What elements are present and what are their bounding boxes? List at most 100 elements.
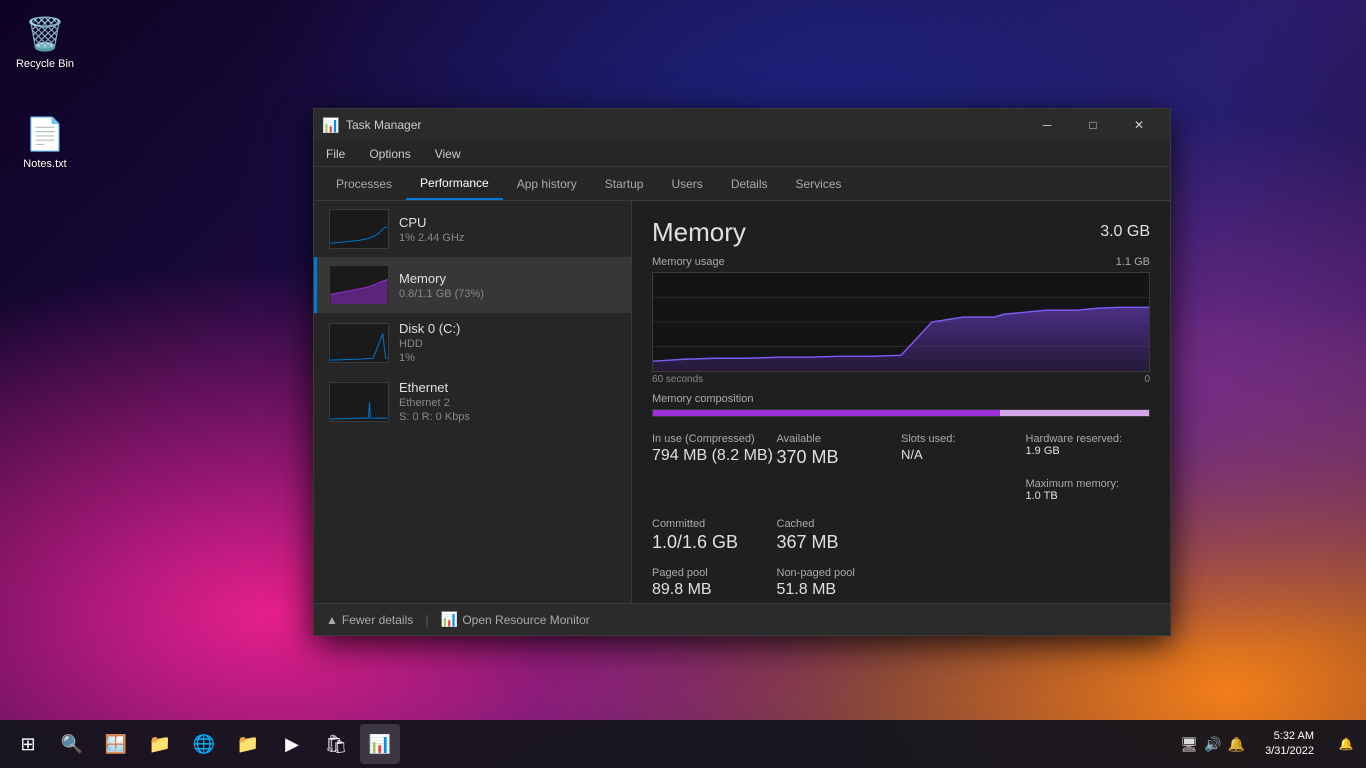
tab-startup[interactable]: Startup <box>591 167 658 200</box>
disk-mini-graph <box>329 323 389 363</box>
window-bottom-bar: ▲ Fewer details | 📊 Open Resource Monito… <box>314 603 1170 635</box>
tab-users[interactable]: Users <box>657 167 716 200</box>
graph-time-row: 60 seconds 0 <box>652 374 1150 385</box>
sidebar-item-memory[interactable]: Memory 0.8/1.1 GB (73%) <box>314 257 631 313</box>
ethernet-mini-graph <box>329 382 389 422</box>
cpu-name: CPU <box>399 215 619 230</box>
tab-app-history[interactable]: App history <box>503 167 591 200</box>
tab-performance[interactable]: Performance <box>406 167 503 200</box>
recycle-bin-image: 🗑️ <box>25 14 65 54</box>
stat-available-label: Available <box>777 433 902 445</box>
menu-options[interactable]: Options <box>357 141 422 166</box>
composition-available <box>1000 410 1149 416</box>
maximize-button[interactable]: □ <box>1070 109 1116 141</box>
tab-details[interactable]: Details <box>717 167 782 200</box>
stat-max-mem-label: Maximum memory: <box>1026 478 1151 490</box>
memory-panel: Memory 3.0 GB Memory usage 1.1 GB <box>632 201 1170 603</box>
stat-paged-label: Paged pool <box>652 567 777 579</box>
stat-hw-reserved-value: 1.9 GB <box>1026 445 1123 457</box>
stat-committed-value: 1.0/1.6 GB <box>652 532 777 553</box>
memory-name: Memory <box>399 271 619 286</box>
graph-value: 1.1 GB <box>1116 256 1150 268</box>
network-tray-icon[interactable]: 🖥 <box>1180 736 1198 753</box>
stat-available-value: 370 MB <box>777 447 902 468</box>
notes-icon[interactable]: 📄 Notes.txt <box>5 110 85 174</box>
minimize-button[interactable]: ─ <box>1024 109 1070 141</box>
disk-info: Disk 0 (C:) HDD 1% <box>399 321 619 364</box>
stat-max-mem-value: 1.0 TB <box>1026 490 1151 502</box>
file-manager-button[interactable]: 📁 <box>228 724 268 764</box>
notes-label: Notes.txt <box>23 158 66 170</box>
stat-nonpaged-label: Non-paged pool <box>777 567 902 579</box>
volume-tray-icon[interactable]: 🔊 <box>1204 736 1221 753</box>
stat-max-mem: Maximum memory: 1.0 TB <box>1026 474 1151 506</box>
stat-slots-value: N/A <box>901 447 1026 462</box>
tab-processes[interactable]: Processes <box>322 167 406 200</box>
stats-grid-row2: Committed 1.0/1.6 GB Cached 367 MB <box>632 506 1170 557</box>
menu-view[interactable]: View <box>423 141 473 166</box>
menu-bar: File Options View <box>314 141 1170 167</box>
store-button[interactable]: 🛍 <box>316 724 356 764</box>
memory-graph-section: Memory usage 1.1 GB <box>632 256 1170 385</box>
stat-committed-label: Committed <box>652 518 777 530</box>
graph-label: Memory usage <box>652 256 725 268</box>
open-resource-monitor-button[interactable]: 📊 Open Resource Monitor <box>441 611 590 628</box>
disk-detail2: 1% <box>399 352 619 364</box>
stats-hw-row: Maximum memory: 1.0 TB <box>632 472 1170 506</box>
sidebar-item-disk[interactable]: Disk 0 (C:) HDD 1% <box>314 313 631 372</box>
panel-header: Memory 3.0 GB <box>632 201 1170 256</box>
panel-title: Memory <box>652 217 746 248</box>
bottom-divider: | <box>425 612 429 628</box>
disk-name: Disk 0 (C:) <box>399 321 619 336</box>
open-resource-monitor-label: Open Resource Monitor <box>462 613 589 627</box>
sidebar-item-cpu[interactable]: CPU 1% 2.44 GHz <box>314 201 631 257</box>
stat-in-use-label: In use (Compressed) <box>652 433 777 445</box>
notification-center-button[interactable]: 🔔 <box>1326 724 1366 764</box>
resource-monitor-icon: 📊 <box>441 611 458 628</box>
media-button[interactable]: ▶ <box>272 724 312 764</box>
taskbar: ⊞ 🔍 🪟 📁 🌐 📁 ▶ 🛍 📊 🖥 🔊 🔔 5:32 AM 3/31/202… <box>0 720 1366 768</box>
memory-usage-graph <box>652 272 1150 372</box>
stat-paged-value: 89.8 MB <box>652 581 777 599</box>
memory-mini-graph <box>329 265 389 305</box>
stat-paged: Paged pool 89.8 MB <box>652 563 777 603</box>
stat-cached-value: 367 MB <box>777 532 902 553</box>
explorer-button[interactable]: 📁 <box>140 724 180 764</box>
graph-time-left: 60 seconds <box>652 374 703 385</box>
content-area: CPU 1% 2.44 GHz Memory 0.8/1.1 GB (73%) <box>314 201 1170 603</box>
notification-tray-icon[interactable]: 🔔 <box>1228 736 1245 753</box>
graph-time-right: 0 <box>1144 374 1150 385</box>
menu-file[interactable]: File <box>314 141 357 166</box>
search-button[interactable]: 🔍 <box>52 724 92 764</box>
stat-slots: Slots used: N/A <box>901 429 1026 472</box>
title-bar: 📊 Task Manager ─ □ ✕ <box>314 109 1170 141</box>
memory-detail: 0.8/1.1 GB (73%) <box>399 288 619 300</box>
edge-button[interactable]: 🌐 <box>184 724 224 764</box>
task-manager-window: 📊 Task Manager ─ □ ✕ File Options View P… <box>313 108 1171 636</box>
task-view-button[interactable]: 🪟 <box>96 724 136 764</box>
title-bar-text: Task Manager <box>346 118 1024 132</box>
taskbar-left: ⊞ 🔍 🪟 📁 🌐 📁 ▶ 🛍 📊 <box>0 724 408 764</box>
stat-committed: Committed 1.0/1.6 GB <box>652 514 777 557</box>
stat-in-use: In use (Compressed) 794 MB (8.2 MB) <box>652 429 777 472</box>
sidebar-item-ethernet[interactable]: Ethernet Ethernet 2 S: 0 R: 0 Kbps <box>314 372 631 431</box>
composition-bar <box>652 409 1150 417</box>
tab-bar: Processes Performance App history Startu… <box>314 167 1170 201</box>
taskbar-clock[interactable]: 5:32 AM 3/31/2022 <box>1253 729 1326 760</box>
fewer-details-label: Fewer details <box>342 613 413 627</box>
stat-nonpaged: Non-paged pool 51.8 MB <box>777 563 902 603</box>
cpu-mini-graph <box>329 209 389 249</box>
disk-detail: HDD <box>399 338 619 350</box>
tab-services[interactable]: Services <box>782 167 856 200</box>
task-manager-taskbar-button[interactable]: 📊 <box>360 724 400 764</box>
stats-grid-row1: In use (Compressed) 794 MB (8.2 MB) Avai… <box>632 417 1170 472</box>
ethernet-detail2: S: 0 R: 0 Kbps <box>399 411 619 423</box>
close-button[interactable]: ✕ <box>1116 109 1162 141</box>
cpu-info: CPU 1% 2.44 GHz <box>399 215 619 244</box>
start-button[interactable]: ⊞ <box>8 724 48 764</box>
fewer-details-button[interactable]: ▲ Fewer details <box>326 613 413 627</box>
recycle-bin-icon[interactable]: 🗑️ Recycle Bin <box>5 10 85 74</box>
ethernet-info: Ethernet Ethernet 2 S: 0 R: 0 Kbps <box>399 380 619 423</box>
stat-hw-reserved: Hardware reserved: 1.9 GB <box>1026 429 1151 472</box>
composition-label: Memory composition <box>652 393 1150 405</box>
